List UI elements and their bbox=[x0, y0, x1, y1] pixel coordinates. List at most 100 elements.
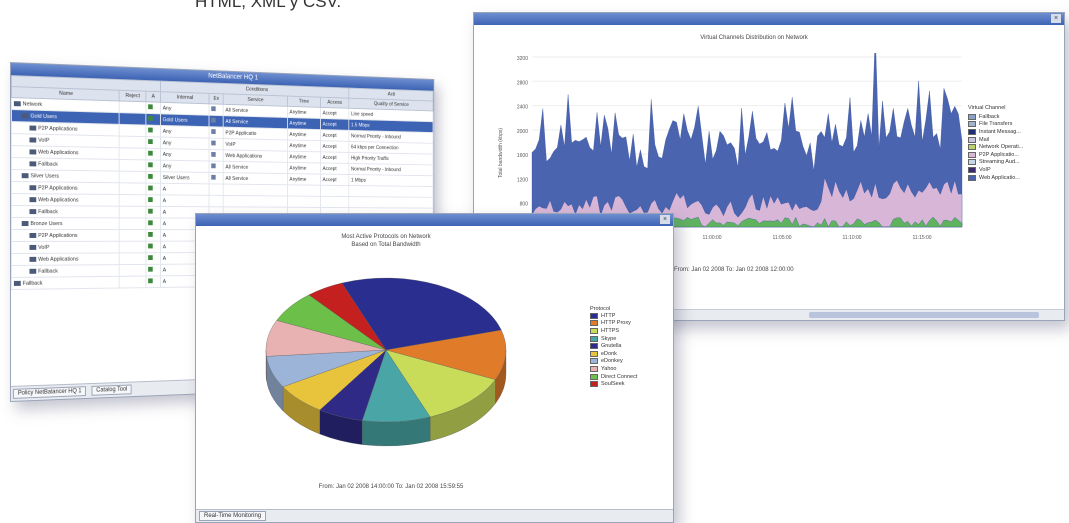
area-window-titlebar[interactable]: × bbox=[474, 13, 1064, 25]
check-icon bbox=[148, 255, 153, 260]
legend-label: VoIP bbox=[979, 167, 991, 173]
cell-time: Anytime bbox=[287, 129, 320, 141]
cell-access: Accept bbox=[320, 118, 349, 130]
y-tick-label: 1200 bbox=[517, 177, 528, 183]
cell-qos bbox=[349, 197, 433, 209]
close-icon[interactable]: × bbox=[660, 215, 670, 224]
pie-chart-title: Most Active Protocols on Network bbox=[286, 234, 486, 240]
legend-item: Gnutella bbox=[590, 342, 637, 350]
accept-cell bbox=[146, 241, 160, 253]
cell-time: Anytime bbox=[287, 174, 320, 186]
check-icon bbox=[148, 104, 153, 109]
external-cell bbox=[209, 150, 223, 162]
check-icon bbox=[148, 244, 153, 249]
legend-label: Gnutella bbox=[601, 343, 622, 349]
pie-chart-footer: From: Jan 02 2008 14:00:00 To: Jan 02 20… bbox=[276, 484, 506, 490]
external-cell bbox=[209, 127, 223, 139]
row-name-label: Fallback bbox=[38, 209, 58, 215]
legend-item: HTTPS bbox=[590, 327, 637, 335]
legend-swatch bbox=[968, 159, 976, 165]
cell-time bbox=[287, 185, 320, 197]
column-header[interactable]: Ex bbox=[209, 93, 223, 104]
legend-label: eDonk bbox=[601, 351, 617, 357]
row-name-label: Fallback bbox=[23, 280, 43, 286]
legend-item: P2P Applicatio... bbox=[968, 151, 1023, 159]
accept-cell bbox=[146, 148, 160, 160]
reject-cell bbox=[119, 218, 146, 230]
column-header[interactable]: A bbox=[146, 91, 160, 102]
network-icon bbox=[212, 141, 216, 146]
row-name: VoIP bbox=[11, 241, 119, 253]
accept-cell bbox=[146, 125, 160, 137]
external-cell bbox=[209, 104, 223, 116]
pie-chart-subtitle: Based on Total Bandwidth bbox=[286, 242, 486, 248]
accept-cell bbox=[146, 113, 160, 125]
row-name-label: P2P Applications bbox=[38, 125, 77, 132]
scrollbar-thumb[interactable] bbox=[809, 312, 1039, 318]
legend-label: Fallback bbox=[979, 114, 999, 120]
folder-icon bbox=[29, 137, 36, 142]
tab-policy[interactable]: Policy NetBalancer HQ 1 bbox=[13, 386, 86, 399]
folder-icon bbox=[29, 256, 36, 261]
check-icon bbox=[148, 116, 153, 121]
close-icon[interactable]: × bbox=[1051, 14, 1061, 23]
tab-catalog-tool[interactable]: Catalog Tool bbox=[92, 384, 132, 395]
cell-time: Anytime bbox=[287, 162, 320, 174]
cell-internal: Silver Users bbox=[160, 172, 209, 184]
pie-window-titlebar[interactable]: × bbox=[196, 214, 673, 226]
network-icon bbox=[212, 129, 216, 134]
external-cell bbox=[209, 115, 223, 127]
reject-cell bbox=[119, 230, 146, 242]
folder-icon bbox=[22, 113, 29, 118]
network-icon bbox=[212, 175, 216, 180]
legend-swatch bbox=[968, 137, 976, 143]
legend-swatch bbox=[590, 336, 598, 342]
legend-item: Mail bbox=[968, 136, 1023, 144]
legend-item: Fallback bbox=[968, 113, 1023, 121]
check-icon bbox=[148, 232, 153, 237]
folder-icon bbox=[14, 101, 21, 106]
cell-access: Accept bbox=[320, 107, 349, 119]
cell-time bbox=[287, 196, 320, 207]
check-icon bbox=[148, 139, 153, 144]
row-name-label: VoIP bbox=[38, 137, 49, 143]
legend-swatch bbox=[590, 374, 598, 380]
x-tick-label: 11:05:00 bbox=[772, 235, 791, 241]
folder-icon bbox=[29, 244, 36, 249]
column-header[interactable]: Reject bbox=[119, 90, 146, 102]
legend-item: HTTP bbox=[590, 312, 637, 320]
check-icon bbox=[148, 151, 153, 156]
accept-cell bbox=[146, 183, 160, 195]
row-name-label: P2P Applications bbox=[38, 185, 77, 191]
pie-chart-legend: Protocol HTTPHTTP ProxyHTTPSSkypeGnutell… bbox=[590, 306, 637, 388]
pie-tab-bar: Real-Time Monitoring bbox=[196, 509, 673, 522]
y-tick-label: 800 bbox=[520, 202, 529, 208]
y-tick-label: 1600 bbox=[517, 153, 528, 159]
legend-swatch bbox=[590, 358, 598, 364]
area-chart-title: Virtual Channels Distribution on Network bbox=[574, 35, 934, 41]
cell-access: Accept bbox=[320, 163, 349, 175]
check-icon bbox=[148, 278, 153, 283]
legend-item: HTTP Proxy bbox=[590, 320, 637, 328]
y-tick-label: 2400 bbox=[517, 105, 528, 111]
reject-cell bbox=[119, 264, 146, 276]
accept-cell bbox=[146, 206, 160, 218]
network-icon bbox=[212, 118, 216, 123]
legend-item: eDonkey bbox=[590, 358, 637, 366]
accept-cell bbox=[146, 218, 160, 230]
legend-item: Yahoo bbox=[590, 365, 637, 373]
x-tick-label: 11:00:00 bbox=[702, 235, 721, 241]
reject-cell bbox=[119, 194, 146, 206]
cell-access bbox=[320, 185, 349, 196]
legend-label: File Transfers bbox=[979, 121, 1012, 127]
legend-swatch bbox=[590, 343, 598, 349]
folder-icon bbox=[22, 221, 29, 226]
folder-icon bbox=[29, 185, 36, 190]
legend-swatch bbox=[590, 313, 598, 319]
legend-label: Mail bbox=[979, 137, 989, 143]
check-icon bbox=[148, 220, 153, 225]
cell-internal: A bbox=[160, 195, 209, 207]
row-name-label: Gold Users bbox=[30, 113, 56, 120]
folder-icon bbox=[29, 197, 36, 202]
tab-real-time-monitoring[interactable]: Real-Time Monitoring bbox=[199, 511, 266, 521]
